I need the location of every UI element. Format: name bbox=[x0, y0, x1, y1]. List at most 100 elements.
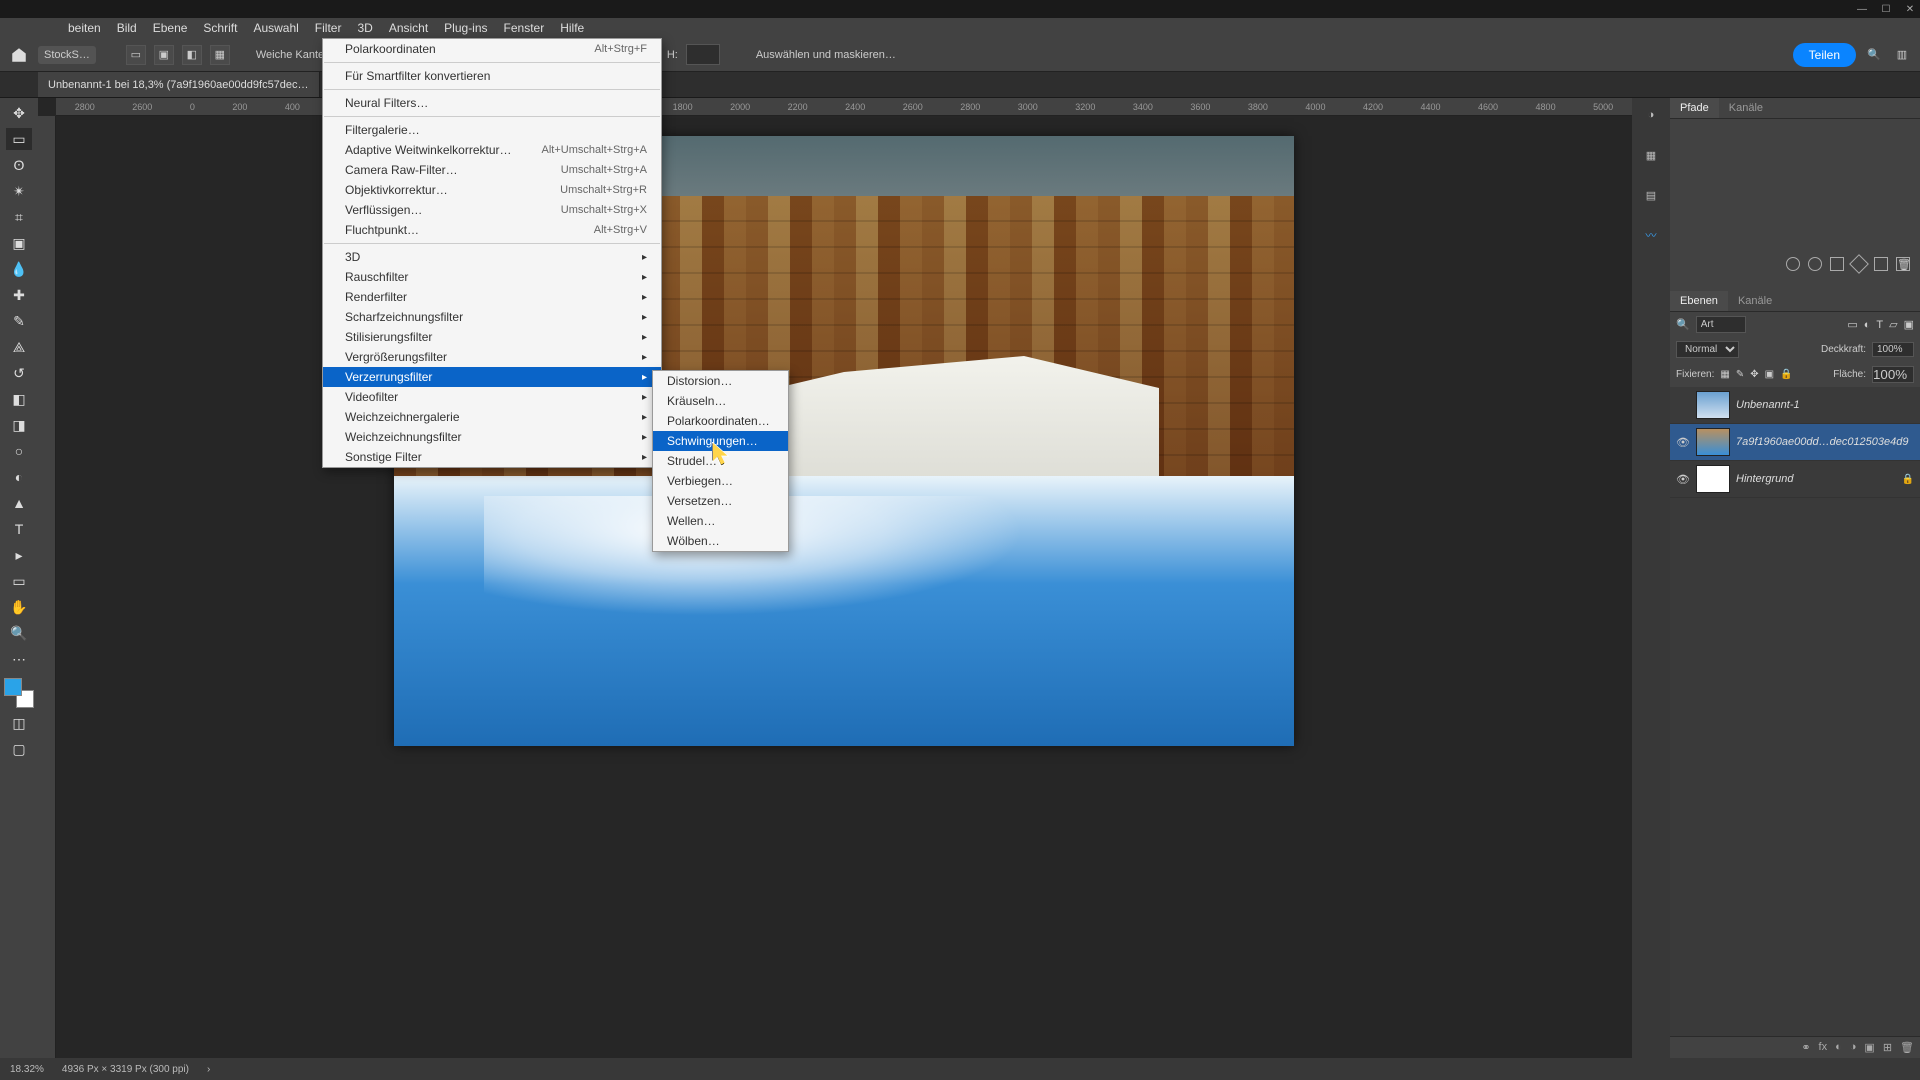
foreground-color[interactable] bbox=[4, 678, 22, 696]
filter-liquify[interactable]: Verflüssigen…Umschalt+Strg+X bbox=[323, 200, 661, 220]
tab-paths[interactable]: Pfade bbox=[1670, 98, 1719, 118]
tab-channels[interactable]: Kanäle bbox=[1728, 291, 1782, 311]
zoom-readout[interactable]: 18.32% bbox=[10, 1064, 44, 1075]
path-select-tool[interactable]: ▸ bbox=[6, 544, 32, 566]
selection-add-icon[interactable]: ▣ bbox=[154, 45, 174, 65]
menu-bearbeiten[interactable]: beiten bbox=[60, 19, 109, 37]
group-icon[interactable]: ▣ bbox=[1864, 1041, 1874, 1054]
new-layer-icon[interactable]: ⊞ bbox=[1883, 1041, 1892, 1054]
filter-sharpen[interactable]: Scharfzeichnungsfilter bbox=[323, 307, 661, 327]
home-icon[interactable] bbox=[8, 44, 30, 66]
layer-filter-input[interactable] bbox=[1696, 316, 1746, 333]
layer-name[interactable]: Unbenannt-1 bbox=[1736, 399, 1800, 411]
filter-distort[interactable]: Verzerrungsfilter bbox=[323, 367, 661, 387]
filter-smart-convert[interactable]: Für Smartfilter konvertieren bbox=[323, 66, 661, 86]
distort-wave[interactable]: Wellen… bbox=[653, 511, 788, 531]
delete-layer-icon[interactable]: 🗑 bbox=[1900, 1041, 1914, 1054]
adjustments-panel-icon[interactable]: ▤ bbox=[1640, 184, 1662, 206]
filter-blur-gallery[interactable]: Weichzeichnergalerie bbox=[323, 407, 661, 427]
color-panel-icon[interactable]: ◑ bbox=[1640, 104, 1662, 126]
menu-auswahl[interactable]: Auswahl bbox=[245, 19, 306, 37]
visibility-icon[interactable]: 👁 bbox=[1676, 473, 1690, 486]
distort-ripple[interactable]: Kräuseln… bbox=[653, 391, 788, 411]
crop-tool[interactable]: ⌗ bbox=[6, 206, 32, 228]
visibility-icon[interactable]: 👁 bbox=[1676, 436, 1690, 449]
workspace-icon[interactable]: ▥ bbox=[1892, 45, 1912, 65]
menu-bild[interactable]: Bild bbox=[109, 19, 145, 37]
filter-shape-icon[interactable]: ▱ bbox=[1889, 318, 1897, 331]
eraser-tool[interactable]: ◧ bbox=[6, 388, 32, 410]
stamp-tool[interactable]: ⟁ bbox=[6, 336, 32, 358]
history-brush-tool[interactable]: ↺ bbox=[6, 362, 32, 384]
edit-toolbar[interactable]: ⋯ bbox=[6, 648, 32, 670]
menu-filter[interactable]: Filter bbox=[307, 19, 350, 37]
filter-adjust-icon[interactable]: ◐ bbox=[1864, 319, 1871, 331]
stock-chip[interactable]: StockS… bbox=[38, 46, 96, 64]
filter-last[interactable]: PolarkoordinatenAlt+Strg+F bbox=[323, 39, 661, 59]
share-button[interactable]: Teilen bbox=[1793, 43, 1856, 67]
lock-all-icon[interactable]: 🔒 bbox=[1780, 369, 1792, 380]
search-icon[interactable]: 🔍 bbox=[1864, 45, 1884, 65]
blur-tool[interactable]: ○ bbox=[6, 440, 32, 462]
window-minimize[interactable]: ― bbox=[1856, 3, 1868, 15]
menu-ebene[interactable]: Ebene bbox=[145, 19, 196, 37]
filter-lens[interactable]: Objektivkorrektur…Umschalt+Strg+R bbox=[323, 180, 661, 200]
window-maximize[interactable]: ☐ bbox=[1880, 3, 1892, 15]
filter-adaptive[interactable]: Adaptive Weitwinkelkorrektur…Alt+Umschal… bbox=[323, 140, 661, 160]
quickmask-tool[interactable]: ◫ bbox=[6, 712, 32, 734]
lock-paint-icon[interactable]: ✎ bbox=[1736, 369, 1744, 380]
distort-displace[interactable]: Versetzen… bbox=[653, 491, 788, 511]
search-icon[interactable]: 🔍 bbox=[1676, 318, 1690, 331]
menu-hilfe[interactable]: Hilfe bbox=[552, 19, 592, 37]
filter-smart-icon[interactable]: ▣ bbox=[1904, 318, 1914, 331]
move-tool[interactable]: ✥ bbox=[6, 102, 32, 124]
status-chevron-icon[interactable]: › bbox=[207, 1064, 210, 1075]
screenmode-tool[interactable]: ▢ bbox=[6, 738, 32, 760]
filter-type-icon[interactable]: T bbox=[1876, 319, 1883, 331]
adjustment-icon[interactable]: ◑ bbox=[1850, 1041, 1857, 1054]
tab-channels-top[interactable]: Kanäle bbox=[1719, 98, 1773, 118]
menu-ansicht[interactable]: Ansicht bbox=[381, 19, 436, 37]
lasso-tool[interactable]: ʘ bbox=[6, 154, 32, 176]
layer-thumb[interactable] bbox=[1696, 428, 1730, 456]
fx-icon[interactable]: fx bbox=[1819, 1041, 1828, 1054]
mask-icon[interactable]: ◐ bbox=[1835, 1041, 1842, 1054]
circle-live-icon[interactable] bbox=[1786, 257, 1800, 271]
zoom-tool[interactable]: 🔍 bbox=[6, 622, 32, 644]
lock-trans-icon[interactable]: ▦ bbox=[1720, 369, 1729, 380]
selection-subtract-icon[interactable]: ◧ bbox=[182, 45, 202, 65]
filter-neural[interactable]: Neural Filters… bbox=[323, 93, 661, 113]
pen-tool[interactable]: ▲ bbox=[6, 492, 32, 514]
selection-intersect-icon[interactable]: ▦ bbox=[210, 45, 230, 65]
menu-plugins[interactable]: Plug-ins bbox=[436, 19, 495, 37]
layer-name[interactable]: 7a9f1960ae00dd…dec012503e4d9 bbox=[1736, 436, 1909, 448]
filter-vanish[interactable]: Fluchtpunkt…Alt+Strg+V bbox=[323, 220, 661, 240]
gradient-tool[interactable]: ◨ bbox=[6, 414, 32, 436]
filter-render[interactable]: Renderfilter bbox=[323, 287, 661, 307]
shape-tool[interactable]: ▭ bbox=[6, 570, 32, 592]
dodge-tool[interactable]: ◐ bbox=[6, 466, 32, 488]
filter-magnify[interactable]: Vergrößerungsfilter bbox=[323, 347, 661, 367]
fill-input[interactable] bbox=[1872, 366, 1914, 383]
filter-camera-raw[interactable]: Camera Raw-Filter…Umschalt+Strg+A bbox=[323, 160, 661, 180]
wand-tool[interactable]: ✴ bbox=[6, 180, 32, 202]
menu-schrift[interactable]: Schrift bbox=[195, 19, 245, 37]
trash-icon[interactable]: 🗑 bbox=[1896, 257, 1910, 271]
marquee-tool[interactable]: ▭ bbox=[6, 128, 32, 150]
eyedropper-tool[interactable]: 💧 bbox=[6, 258, 32, 280]
heal-tool[interactable]: ✚ bbox=[6, 284, 32, 306]
layer-thumb[interactable] bbox=[1696, 465, 1730, 493]
distort-spherize[interactable]: Wölben… bbox=[653, 531, 788, 551]
tab-layers[interactable]: Ebenen bbox=[1670, 291, 1728, 311]
layer-row[interactable]: Unbenannt-1 bbox=[1670, 387, 1920, 424]
layer-name[interactable]: Hintergrund bbox=[1736, 473, 1793, 485]
filter-gallery[interactable]: Filtergalerie… bbox=[323, 120, 661, 140]
filter-video[interactable]: Videofilter bbox=[323, 387, 661, 407]
layer-row[interactable]: 👁 Hintergrund 🔒 bbox=[1670, 461, 1920, 498]
rect-icon[interactable] bbox=[1874, 257, 1888, 271]
filter-noise[interactable]: Rauschfilter bbox=[323, 267, 661, 287]
distort-polar[interactable]: Polarkoordinaten… bbox=[653, 411, 788, 431]
type-tool[interactable]: T bbox=[6, 518, 32, 540]
opacity-input[interactable] bbox=[1872, 342, 1914, 357]
link-layers-icon[interactable]: ⚭ bbox=[1801, 1041, 1810, 1054]
